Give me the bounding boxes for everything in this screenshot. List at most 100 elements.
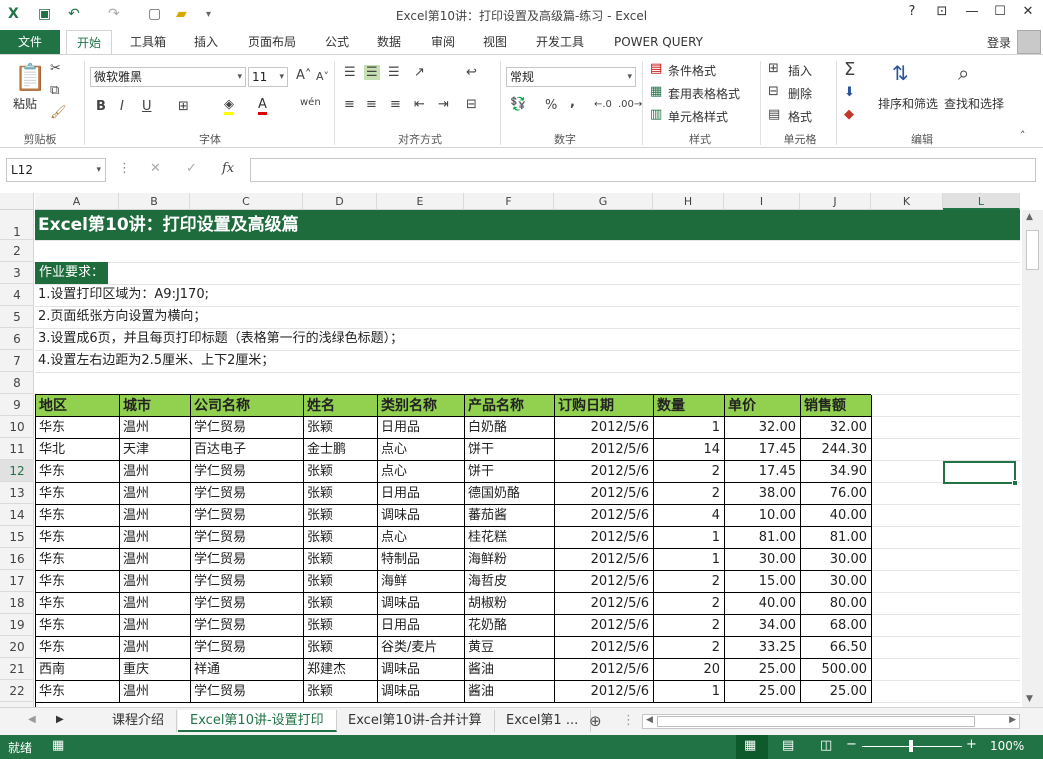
delete-cells-button[interactable]: 删除 (788, 85, 812, 102)
table-cell[interactable]: 张颖 (304, 549, 378, 571)
hscroll-thumb[interactable] (657, 716, 975, 727)
table-cell[interactable]: 调味品 (378, 681, 465, 703)
table-cell[interactable]: 学仁贸易 (191, 681, 304, 703)
scroll-down-icon[interactable]: ▼ (1026, 694, 1033, 704)
row-header[interactable]: 10 (0, 416, 34, 438)
table-cell[interactable]: 2012/5/6 (555, 483, 654, 505)
login-link[interactable]: 登录 (987, 34, 1011, 51)
table-cell[interactable]: 2012/5/6 (555, 461, 654, 483)
add-sheet-icon[interactable]: ⊕ (589, 712, 602, 730)
tab-power-query[interactable]: POWER QUERY (614, 30, 703, 54)
table-cell[interactable]: 花奶酪 (465, 615, 555, 637)
table-cell[interactable]: 40.00 (725, 593, 801, 615)
find-select-button[interactable]: 查找和选择 (944, 95, 1004, 112)
requirement-label[interactable]: 作业要求： (35, 262, 109, 284)
table-cell[interactable]: 海鲜 (378, 571, 465, 593)
table-cell[interactable]: 日用品 (378, 417, 465, 439)
column-header[interactable]: K (871, 193, 943, 210)
percent-button[interactable]: % (545, 98, 557, 113)
row-header[interactable]: 13 (0, 482, 34, 504)
tab-data[interactable]: 数据 (377, 30, 401, 54)
table-cell[interactable]: 温州 (120, 681, 191, 703)
active-cell-indicator[interactable] (943, 461, 1016, 484)
table-cell[interactable]: 38.00 (725, 483, 801, 505)
table-header-cell[interactable]: 公司名称 (191, 395, 304, 417)
table-cell[interactable]: 西南 (36, 659, 120, 681)
row-header[interactable]: 6 (0, 328, 34, 350)
table-cell[interactable]: 温州 (120, 549, 191, 571)
select-all-corner[interactable] (0, 193, 34, 210)
fill-handle[interactable] (1012, 480, 1018, 486)
table-cell[interactable]: 张颖 (304, 615, 378, 637)
column-header[interactable]: A (35, 193, 119, 210)
table-cell[interactable]: 张颖 (304, 637, 378, 659)
sheet-title[interactable]: Excel第10讲：打印设置及高级篇 (38, 214, 299, 236)
table-header-cell[interactable]: 姓名 (304, 395, 378, 417)
collapse-ribbon-icon[interactable]: ˄ (1020, 129, 1026, 142)
table-cell[interactable]: 张颖 (304, 681, 378, 703)
table-cell[interactable]: 学仁贸易 (191, 549, 304, 571)
table-cell[interactable]: 华东 (36, 527, 120, 549)
requirement-item[interactable]: 1.设置打印区域为：A9:J170; (38, 284, 209, 306)
cell-styles-icon[interactable]: ▥ (650, 107, 662, 122)
column-header[interactable]: D (303, 193, 377, 210)
merge-center-icon[interactable]: ⊟ (466, 97, 477, 112)
next-sheet-icon[interactable]: ▶ (56, 714, 64, 725)
requirement-item[interactable]: 3.设置成6页，并且每页打印标题（表格第一行的浅绿色标题）； (38, 328, 403, 350)
table-cell[interactable]: 特制品 (378, 549, 465, 571)
table-cell[interactable]: 30.00 (801, 549, 872, 571)
row-header[interactable]: 16 (0, 548, 34, 570)
requirement-item[interactable]: 2.页面纸张方向设置为横向； (38, 306, 206, 328)
table-cell[interactable]: 日用品 (378, 615, 465, 637)
table-cell[interactable]: 华东 (36, 571, 120, 593)
table-cell[interactable]: 温州 (120, 637, 191, 659)
number-format-combo[interactable]: 常规 ▾ (506, 67, 636, 87)
table-cell[interactable]: 温州 (120, 593, 191, 615)
table-cell[interactable]: 10.00 (725, 505, 801, 527)
table-cell[interactable]: 温州 (120, 527, 191, 549)
scroll-left-icon[interactable]: ◀ (646, 715, 653, 725)
table-cell[interactable]: 20 (654, 659, 725, 681)
row-header[interactable]: 9 (0, 394, 34, 416)
row-header[interactable]: 3 (0, 262, 34, 284)
table-cell[interactable]: 30.00 (725, 549, 801, 571)
column-header[interactable]: J (800, 193, 871, 210)
zoom-level[interactable]: 100% (990, 739, 1024, 753)
row-header[interactable]: 18 (0, 592, 34, 614)
column-header[interactable]: C (190, 193, 303, 210)
delete-cells-icon[interactable]: ⊟ (768, 84, 779, 99)
sort-filter-icon[interactable]: ⇅ (892, 61, 909, 85)
table-cell[interactable]: 2 (654, 571, 725, 593)
table-cell[interactable]: 华东 (36, 417, 120, 439)
tab-developer[interactable]: 开发工具 (536, 30, 584, 54)
table-header-cell[interactable]: 地区 (36, 395, 120, 417)
table-cell[interactable]: 德国奶酪 (465, 483, 555, 505)
wrap-text-icon[interactable]: ↩ (466, 65, 477, 80)
requirement-item[interactable]: 4.设置左右边距为2.5厘米、上下2厘米； (38, 350, 274, 372)
table-cell[interactable]: 胡椒粉 (465, 593, 555, 615)
formula-input[interactable] (250, 158, 1036, 182)
insert-cells-button[interactable]: 插入 (788, 62, 812, 79)
phonetic-button[interactable]: wén (300, 97, 321, 108)
row-header[interactable]: 21 (0, 658, 34, 680)
align-left-icon[interactable]: ≡ (344, 97, 355, 112)
table-cell[interactable]: 244.30 (801, 439, 872, 461)
table-cell[interactable]: 1 (654, 681, 725, 703)
tab-toolbox[interactable]: 工具箱 (130, 30, 166, 54)
table-cell[interactable]: 重庆 (120, 659, 191, 681)
table-cell[interactable]: 调味品 (378, 659, 465, 681)
table-cell[interactable]: 祥通 (191, 659, 304, 681)
format-cells-button[interactable]: 格式 (788, 108, 812, 125)
table-cell[interactable]: 学仁贸易 (191, 505, 304, 527)
font-color-icon[interactable]: A (258, 97, 267, 115)
row-header[interactable]: 1 (0, 210, 34, 240)
table-cell[interactable]: 25.00 (725, 681, 801, 703)
decrease-indent-icon[interactable]: ⇤ (414, 97, 425, 112)
table-cell[interactable]: 4 (654, 505, 725, 527)
table-cell[interactable]: 1 (654, 417, 725, 439)
conditional-format-button[interactable]: 条件格式 (668, 62, 716, 79)
format-cells-icon[interactable]: ▤ (768, 107, 780, 122)
table-cell[interactable]: 华东 (36, 681, 120, 703)
table-cell[interactable]: 81.00 (801, 527, 872, 549)
align-middle-icon[interactable]: ☰ (364, 65, 380, 80)
